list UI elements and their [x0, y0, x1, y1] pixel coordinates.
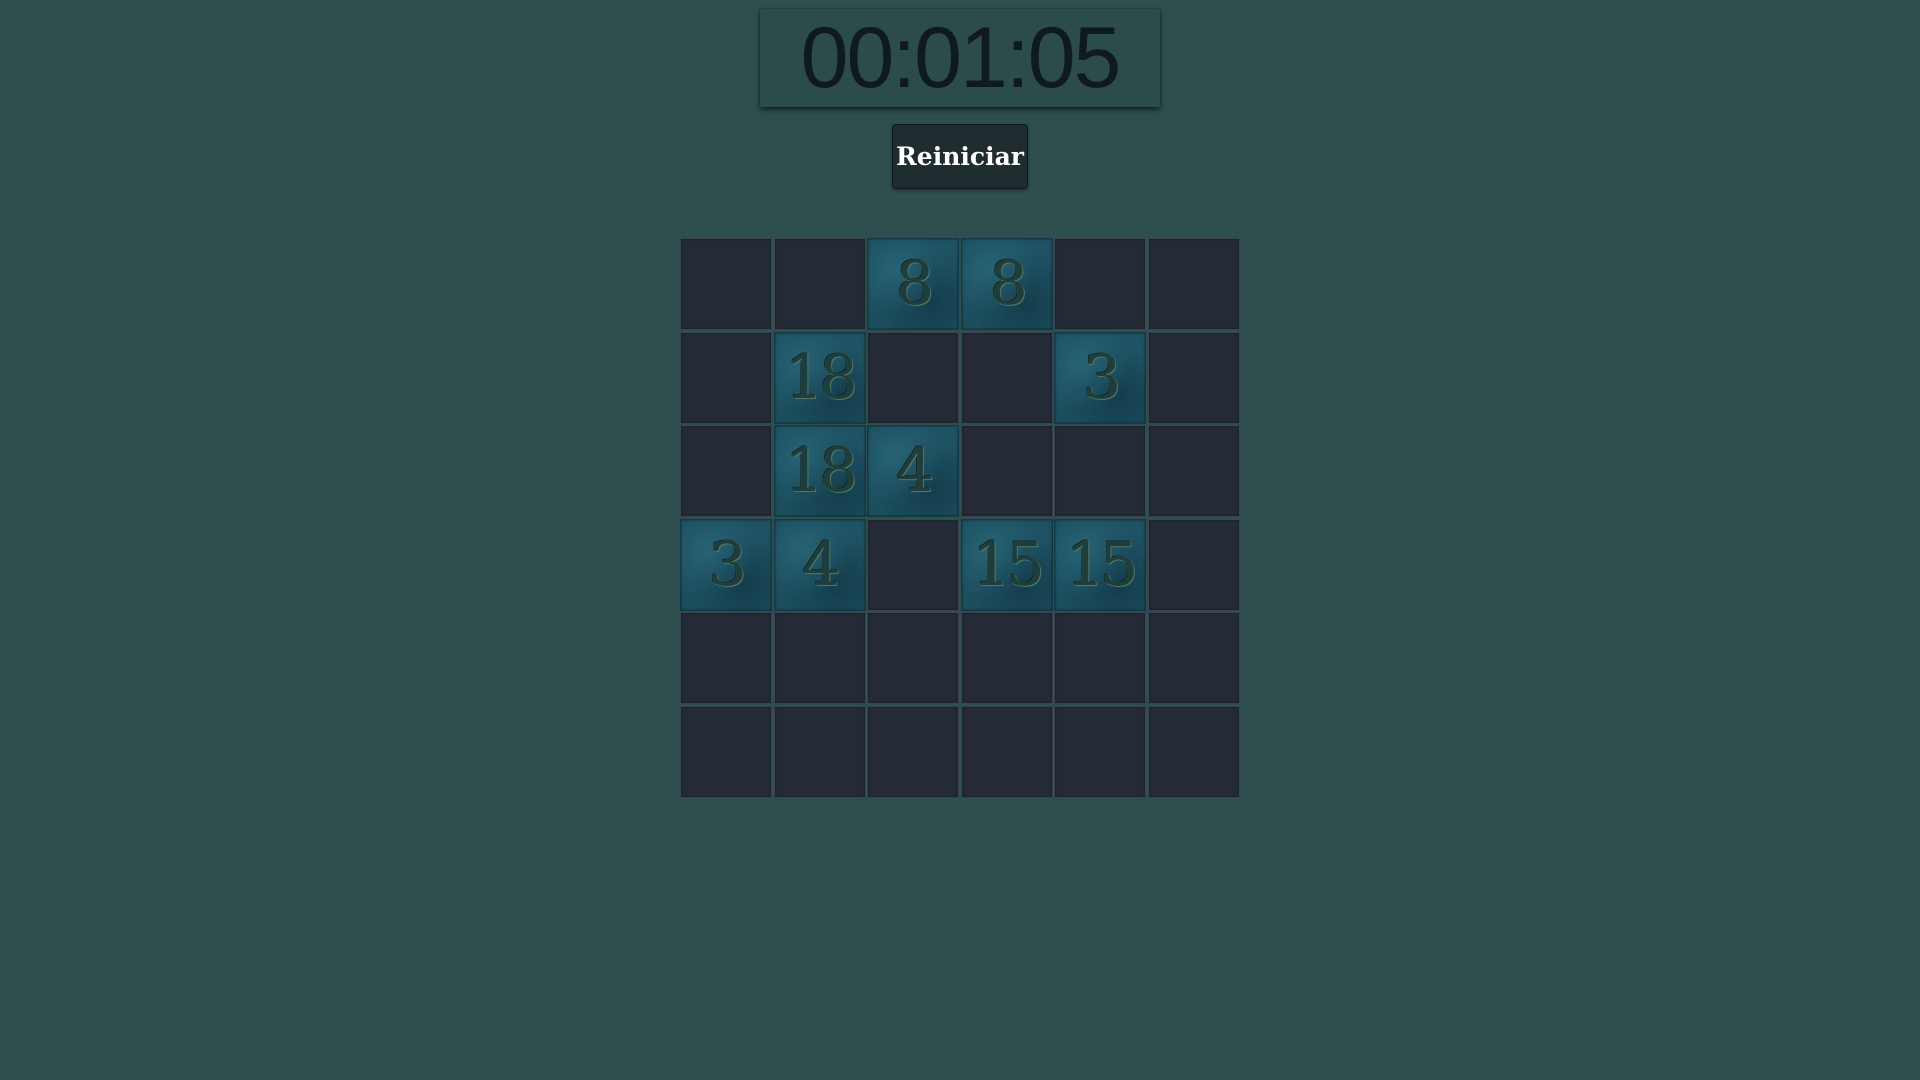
tile-number: 15 — [1066, 529, 1138, 600]
hidden-tile[interactable] — [680, 331, 772, 424]
hidden-tile[interactable] — [1147, 425, 1240, 518]
hidden-tile[interactable] — [1054, 425, 1147, 518]
hidden-tile[interactable] — [960, 705, 1053, 798]
hidden-tile[interactable] — [1054, 705, 1147, 798]
revealed-tile[interactable]: 8 — [960, 238, 1053, 330]
hidden-tile[interactable] — [867, 331, 960, 424]
hidden-tile[interactable] — [680, 705, 772, 798]
revealed-tile[interactable]: 4 — [773, 518, 866, 611]
hidden-tile[interactable] — [867, 705, 960, 798]
hidden-tile[interactable] — [773, 705, 866, 798]
hidden-tile[interactable] — [960, 612, 1053, 705]
revealed-tile[interactable]: 15 — [960, 518, 1053, 611]
revealed-tile[interactable]: 4 — [867, 425, 960, 518]
timer-display: 00:01:05 — [760, 9, 1160, 107]
hidden-tile[interactable] — [680, 425, 772, 518]
hidden-tile[interactable] — [1147, 705, 1240, 798]
tile-number: 18 — [785, 342, 857, 413]
hidden-tile[interactable] — [1054, 612, 1147, 705]
tile-number: 18 — [785, 436, 857, 507]
restart-button[interactable]: Reiniciar — [892, 124, 1028, 189]
hidden-tile[interactable] — [867, 612, 960, 705]
tile-number: 8 — [896, 249, 934, 319]
tile-number: 4 — [802, 529, 841, 600]
revealed-tile[interactable]: 8 — [867, 238, 960, 330]
tile-number: 15 — [972, 529, 1045, 600]
hidden-tile[interactable] — [773, 612, 866, 705]
revealed-tile[interactable]: 3 — [680, 518, 772, 611]
tile-number: 3 — [1083, 342, 1121, 413]
hidden-tile[interactable] — [960, 425, 1053, 518]
hidden-tile[interactable] — [1147, 518, 1240, 611]
revealed-tile[interactable]: 18 — [773, 425, 866, 518]
tile-number: 3 — [708, 529, 747, 600]
game-board: 8 8 18 3 18 4 3 4 15 15 — [680, 238, 1240, 798]
revealed-tile[interactable]: 3 — [1054, 331, 1147, 424]
hidden-tile[interactable] — [680, 612, 772, 705]
hidden-tile[interactable] — [1147, 331, 1240, 424]
tile-number: 4 — [896, 436, 934, 507]
timer-text: 00:01:05 — [800, 10, 1122, 106]
tile-number: 8 — [989, 249, 1028, 319]
revealed-tile[interactable]: 15 — [1054, 518, 1147, 611]
hidden-tile[interactable] — [680, 238, 772, 330]
hidden-tile[interactable] — [960, 331, 1053, 424]
hidden-tile[interactable] — [1147, 612, 1240, 705]
hidden-tile[interactable] — [1054, 238, 1147, 330]
hidden-tile[interactable] — [1147, 238, 1240, 330]
hidden-tile[interactable] — [867, 518, 960, 611]
hidden-tile[interactable] — [773, 238, 866, 330]
revealed-tile[interactable]: 18 — [773, 331, 866, 424]
